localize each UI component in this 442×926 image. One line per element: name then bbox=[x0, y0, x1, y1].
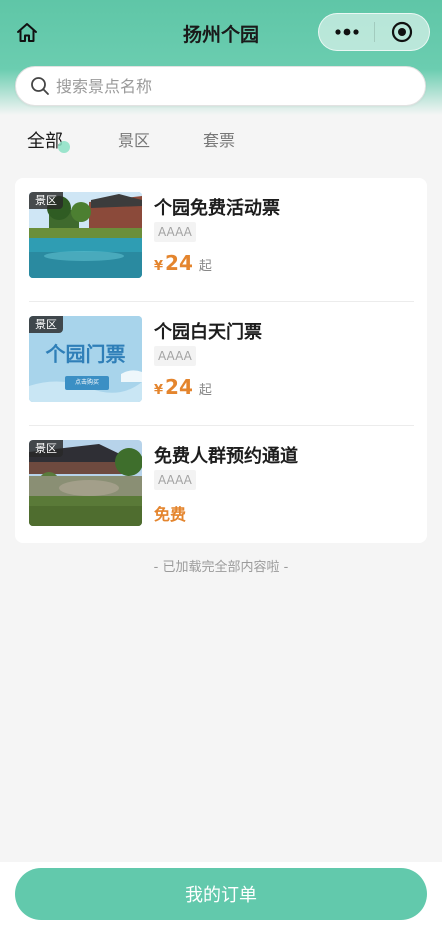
more-button[interactable] bbox=[319, 14, 374, 50]
tab-package[interactable]: 套票 bbox=[203, 127, 235, 151]
ticket-list: 景区 个园免费活动票 AAAA ¥ 24 起 个园门票 点击购买 景区 个园白天… bbox=[15, 178, 427, 543]
price-value: 24 bbox=[165, 375, 193, 399]
free-price-label: 免费 bbox=[154, 505, 187, 524]
bottom-bar: 我的订单 bbox=[0, 862, 442, 926]
item-name: 个园白天门票 bbox=[154, 322, 262, 343]
my-orders-button[interactable]: 我的订单 bbox=[15, 868, 427, 920]
item-thumbnail: 景区 bbox=[29, 440, 142, 526]
close-button[interactable] bbox=[375, 14, 429, 50]
divider bbox=[29, 301, 414, 302]
rating-tag: AAAA bbox=[154, 346, 196, 366]
list-item[interactable]: 景区 免费人群预约通道 AAAA 免费 bbox=[29, 440, 414, 526]
list-item[interactable]: 个园门票 点击购买 景区 个园白天门票 AAAA ¥ 24 起 bbox=[29, 316, 414, 402]
currency-symbol: ¥ bbox=[154, 383, 164, 398]
divider bbox=[29, 425, 414, 426]
poster-title: 个园门票 bbox=[45, 342, 126, 366]
list-item[interactable]: 景区 个园免费活动票 AAAA ¥ 24 起 bbox=[29, 192, 414, 278]
price-suffix: 起 bbox=[198, 259, 212, 274]
item-price: ¥ 24 起 bbox=[154, 375, 212, 399]
item-thumbnail: 景区 bbox=[29, 192, 142, 278]
item-name: 个园免费活动票 bbox=[154, 198, 280, 219]
item-name: 免费人群预约通道 bbox=[154, 446, 298, 467]
item-thumbnail: 个园门票 点击购买 景区 bbox=[29, 316, 142, 402]
active-tab-indicator bbox=[58, 141, 70, 153]
rating-tag: AAAA bbox=[154, 222, 196, 242]
category-badge: 景区 bbox=[29, 192, 63, 209]
search-icon bbox=[31, 77, 49, 95]
page: 扬州个园 全部 景区 bbox=[0, 0, 442, 926]
item-price: ¥ 24 起 bbox=[154, 251, 212, 275]
rating-tag: AAAA bbox=[154, 470, 196, 490]
poster-button: 点击购买 bbox=[74, 379, 99, 386]
mini-program-capsule bbox=[318, 13, 430, 51]
category-badge: 景区 bbox=[29, 440, 63, 457]
search-bar[interactable] bbox=[15, 66, 426, 106]
category-badge: 景区 bbox=[29, 316, 63, 333]
price-suffix: 起 bbox=[198, 383, 212, 398]
more-dots-icon bbox=[334, 28, 359, 36]
price-value: 24 bbox=[165, 251, 193, 275]
search-input[interactable] bbox=[56, 76, 386, 96]
end-of-list-note: - 已加载完全部内容啦 - bbox=[153, 560, 289, 575]
currency-symbol: ¥ bbox=[154, 259, 164, 274]
tab-scenic[interactable]: 景区 bbox=[118, 127, 150, 151]
target-close-icon bbox=[391, 21, 413, 43]
